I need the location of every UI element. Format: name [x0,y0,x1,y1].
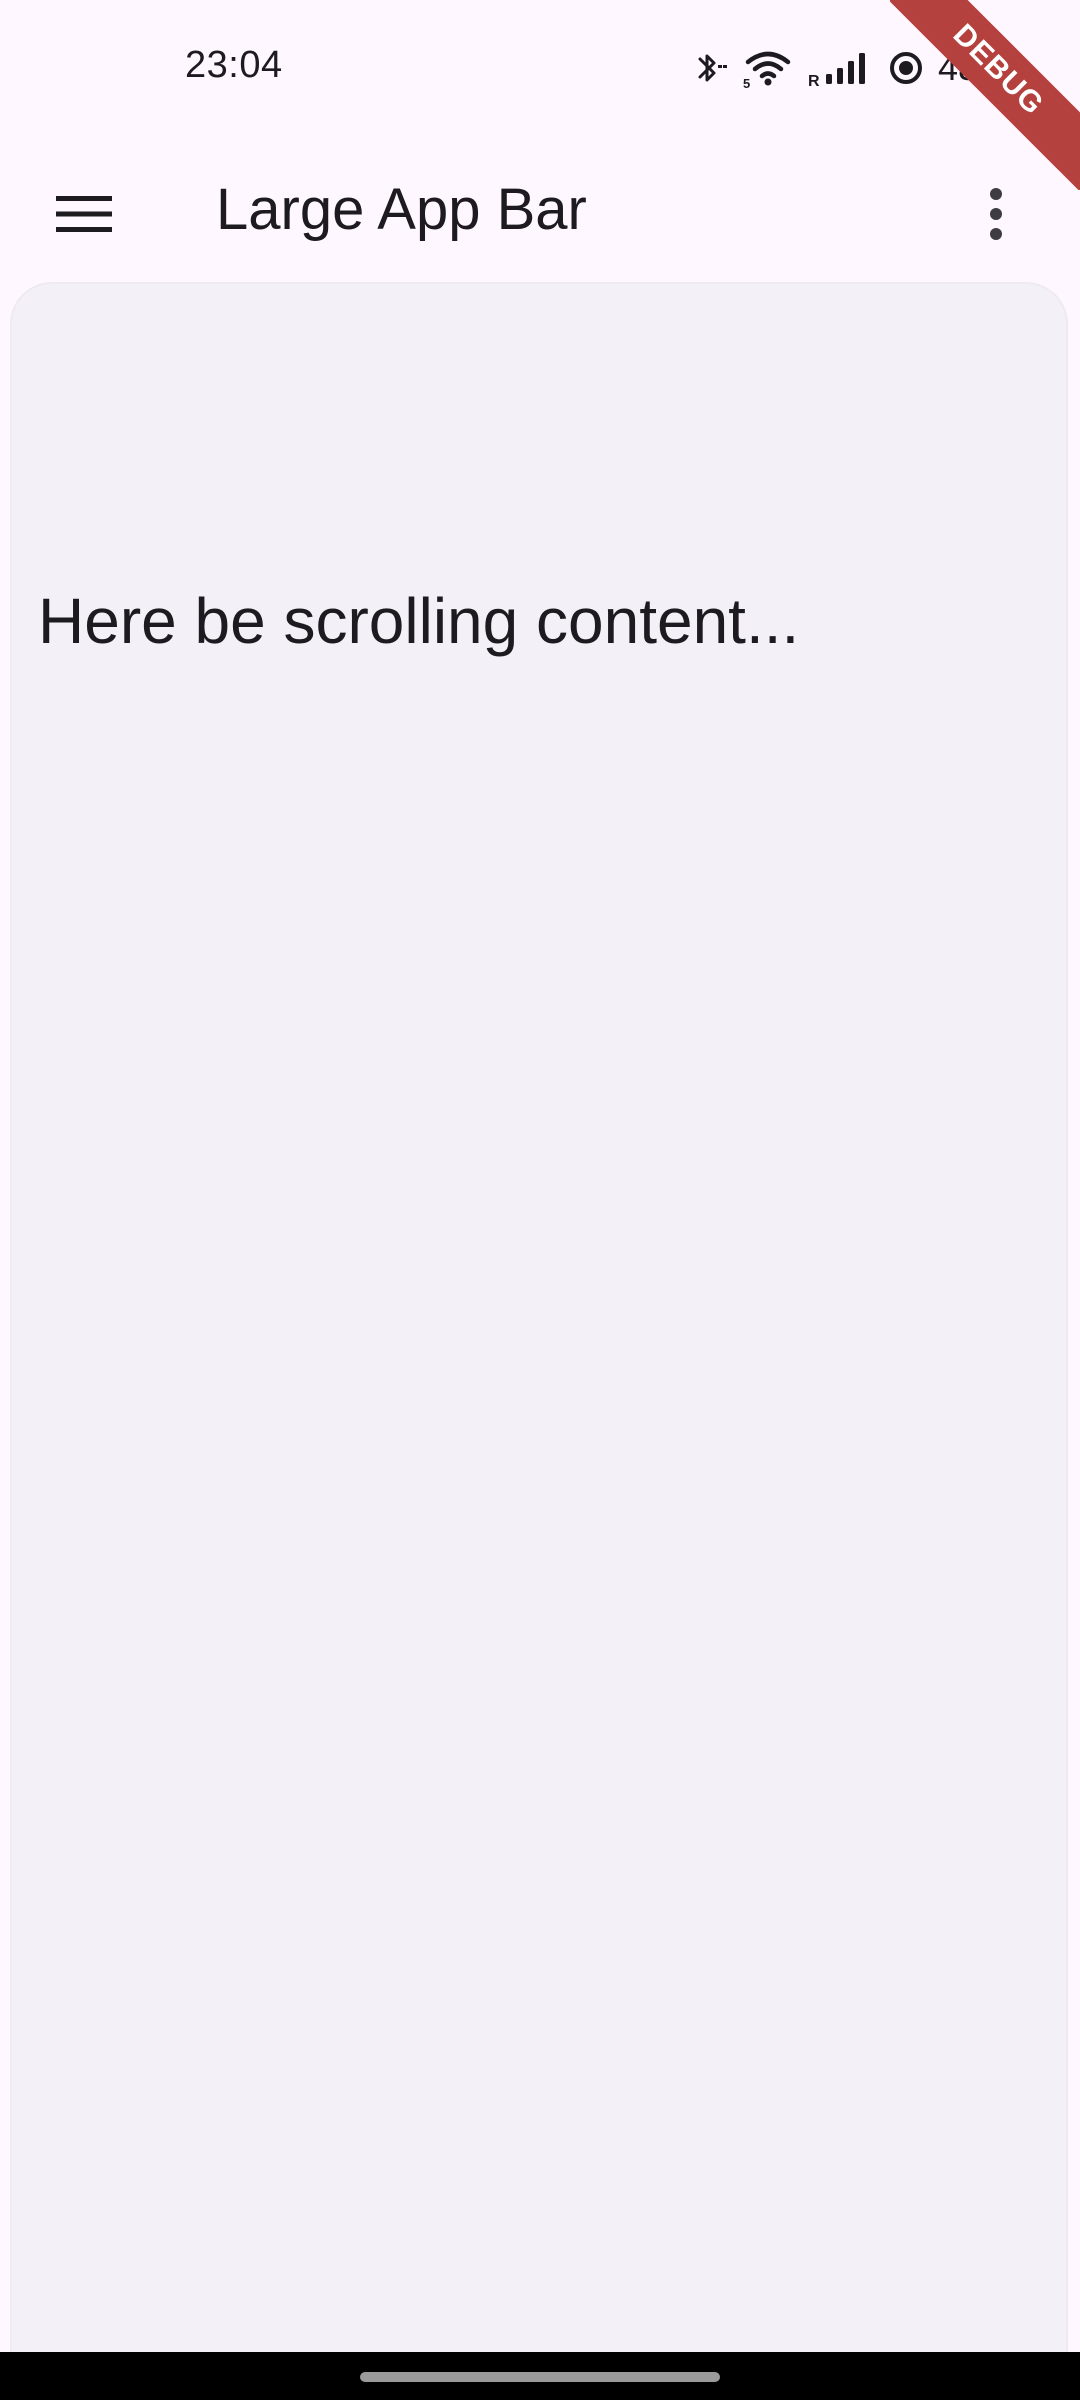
data-saver-icon [888,48,924,88]
bluetooth-icon [694,48,728,88]
gesture-handle[interactable] [360,2372,720,2382]
app-bar: Large App Bar [0,140,1080,280]
menu-button[interactable] [36,166,132,262]
content-text: Here be scrolling content... [38,585,800,657]
signal-badge: R [808,73,820,88]
wifi-icon: 5 [742,48,794,88]
wifi-badge: 5 [743,76,750,88]
app-title: Large App Bar [216,177,587,242]
status-time: 23:04 [185,44,283,86]
more-vert-icon [990,188,1002,240]
status-icons: 5 R 48% [694,47,1010,88]
scroll-content-card[interactable]: Here be scrolling content... [10,282,1068,2400]
battery-percent: 48% [937,47,1010,88]
more-options-button[interactable] [948,166,1044,262]
status-bar: 23:04 5 R 48% [0,0,1080,140]
signal-icon: R [808,48,874,88]
menu-icon [56,196,112,232]
navigation-bar [0,2352,1080,2400]
